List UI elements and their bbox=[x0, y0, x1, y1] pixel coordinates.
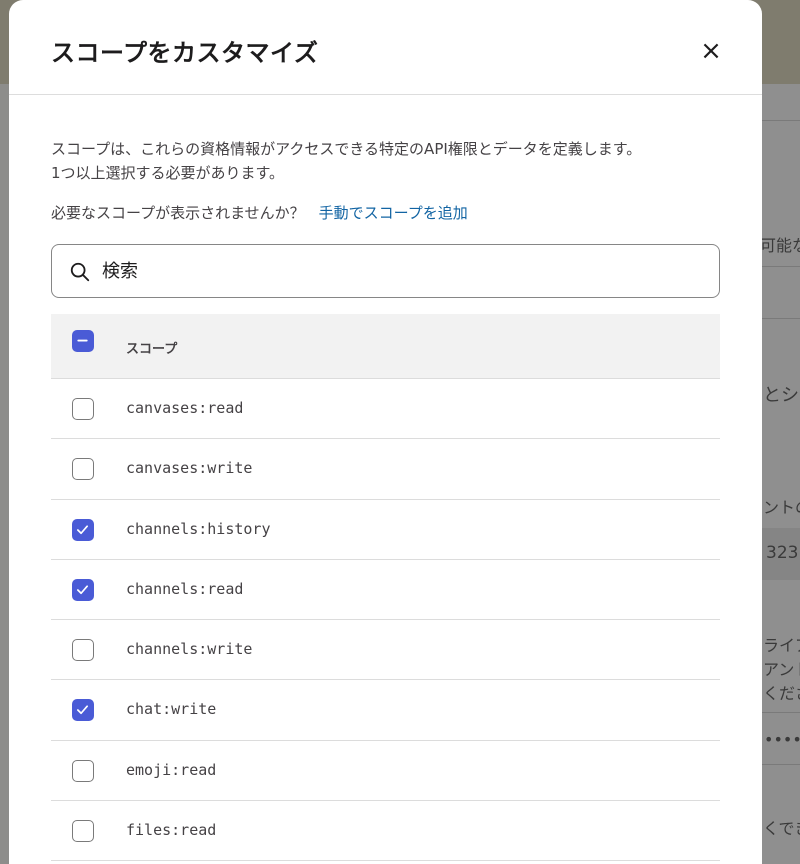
check-icon bbox=[76, 585, 89, 594]
description-line: スコープは、これらの資格情報がアクセスできる特定のAPI権限とデータを定義します… bbox=[51, 140, 642, 158]
scope-checkbox[interactable] bbox=[72, 820, 94, 843]
table-row[interactable]: chat:write bbox=[51, 680, 720, 741]
scope-name: chat:write bbox=[126, 700, 217, 719]
scope-checkbox[interactable] bbox=[72, 458, 94, 481]
add-scope-manually-link[interactable]: 手動でスコープを追加 bbox=[319, 204, 468, 222]
table-row[interactable]: files:read bbox=[51, 801, 720, 862]
table-row[interactable]: channels:write bbox=[51, 620, 720, 681]
missing-scope-text: 必要なスコープが表示されませんか？ bbox=[51, 204, 305, 222]
background-text: 323 bbox=[766, 543, 799, 563]
table-row[interactable]: channels:read bbox=[51, 560, 720, 621]
scope-name: files:read bbox=[126, 821, 217, 840]
modal-header: スコープをカスタマイズ × bbox=[9, 0, 762, 95]
background-divider bbox=[762, 120, 800, 121]
background-text: •••• bbox=[764, 730, 800, 749]
scope-name: canvases:write bbox=[126, 459, 253, 478]
background-text: くでき bbox=[763, 819, 800, 838]
table-row[interactable]: canvases:write bbox=[51, 439, 720, 500]
background-text: 可能な bbox=[760, 236, 800, 255]
scope-column-header: スコープ bbox=[126, 342, 178, 357]
scope-rows: canvases:read canvases:write channels:hist… bbox=[51, 379, 720, 862]
background-text: アント bbox=[763, 660, 800, 679]
check-icon bbox=[76, 524, 89, 534]
table-header: スコープ bbox=[51, 314, 720, 379]
scope-name: channels:history bbox=[126, 519, 271, 538]
search-box bbox=[51, 244, 720, 298]
minus-icon bbox=[77, 339, 88, 342]
table-row[interactable]: emoji:read bbox=[51, 741, 720, 802]
scope-checkbox[interactable] bbox=[72, 639, 94, 662]
customize-scopes-modal: スコープをカスタマイズ × スコープは、これらの資格情報がアクセスできる特定のA… bbox=[9, 0, 762, 864]
scope-checkbox[interactable] bbox=[72, 578, 94, 601]
scope-name: channels:read bbox=[126, 579, 244, 598]
scope-checkbox[interactable] bbox=[72, 699, 94, 722]
background-divider bbox=[762, 764, 800, 765]
scope-name: emoji:read bbox=[126, 760, 217, 779]
background-text: ントの bbox=[763, 498, 800, 517]
scope-checkbox[interactable] bbox=[72, 518, 94, 541]
background-divider bbox=[762, 318, 800, 319]
scope-table: スコープ canvases:read canvases:write channels… bbox=[51, 314, 720, 862]
table-row[interactable]: canvases:read bbox=[51, 379, 720, 440]
scope-name: channels:write bbox=[126, 640, 253, 659]
scope-checkbox[interactable] bbox=[72, 759, 94, 782]
search-icon bbox=[70, 262, 90, 282]
scope-checkbox[interactable] bbox=[72, 398, 94, 420]
scope-name: canvases:read bbox=[126, 399, 244, 417]
modal-description: スコープは、これらの資格情報がアクセスできる特定のAPI権限とデータを定義します… bbox=[51, 137, 731, 185]
missing-scope-prompt: 必要なスコープが表示されませんか？ 手動でスコープを追加 bbox=[51, 202, 468, 223]
modal-title: スコープをカスタマイズ bbox=[51, 39, 319, 67]
search-input[interactable] bbox=[102, 253, 702, 289]
background-text: とシ bbox=[763, 385, 799, 406]
background-text: ライア bbox=[763, 636, 800, 655]
close-icon: × bbox=[700, 36, 722, 66]
select-all-checkbox[interactable] bbox=[72, 330, 94, 352]
check-icon bbox=[76, 705, 89, 715]
background-text: くださ bbox=[763, 684, 800, 703]
background-divider bbox=[762, 266, 800, 267]
table-row[interactable]: channels:history bbox=[51, 500, 720, 560]
background-divider bbox=[762, 712, 800, 713]
description-line: 1つ以上選択する必要があります。 bbox=[51, 164, 285, 182]
close-button[interactable]: × bbox=[695, 35, 727, 67]
